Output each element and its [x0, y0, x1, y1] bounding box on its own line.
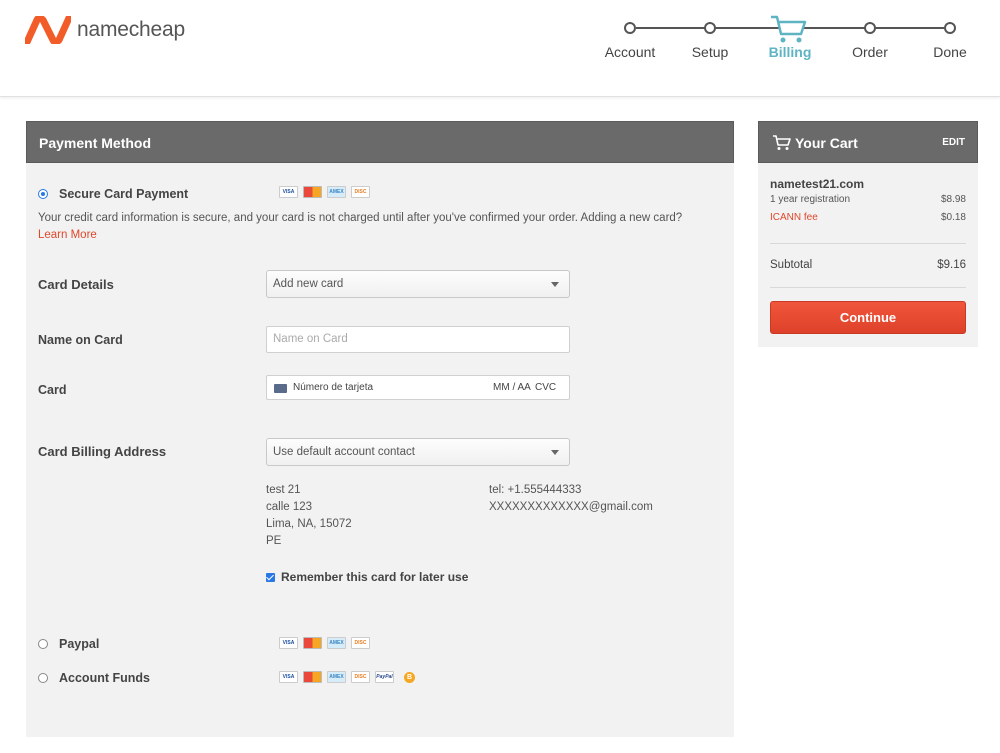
subtotal-label: Subtotal [770, 259, 813, 271]
cart-line-label: 1 year registration [770, 194, 851, 205]
name-on-card-input[interactable]: Name on Card [266, 326, 570, 353]
cart-icon [773, 135, 791, 150]
remember-card-checkbox[interactable] [266, 572, 275, 582]
payment-method-panel: Payment Method Secure Card Payment VISA … [26, 121, 734, 737]
step-billing: Billing [768, 44, 812, 60]
payment-option-card[interactable]: Secure Card Payment [38, 187, 188, 201]
card-payment-icons: VISA AMEX DISC [279, 186, 370, 198]
amex-icon: AMEX [327, 186, 346, 198]
payment-option-paypal[interactable]: Paypal [38, 637, 99, 651]
cart-line-label: ICANN fee [770, 212, 818, 223]
step-order: Order [852, 44, 888, 60]
checkout-steps: Account Setup Billing Order Done [600, 14, 980, 74]
visa-icon: VISA [279, 671, 298, 683]
paypal-radio[interactable] [38, 639, 48, 649]
card-label: Card [38, 383, 67, 397]
learn-more-link[interactable]: Learn More [38, 229, 97, 241]
billing-address-select[interactable]: Use default account contact [266, 438, 570, 466]
card-details-value: Add new card [273, 278, 344, 290]
remember-card-label: Remember this card for later use [281, 570, 469, 584]
mastercard-icon [303, 637, 322, 649]
account-funds-icons: VISA AMEX DISC PayPal B [279, 671, 415, 683]
contact-email: XXXXXXXXXXXXX@gmail.com [489, 501, 653, 513]
billing-address-value: Use default account contact [273, 446, 415, 458]
billing-address-label: Card Billing Address [38, 444, 167, 459]
cart-subtotal: Subtotal $9.16 [770, 259, 966, 271]
cart-domain: nametest21.com [770, 177, 865, 191]
visa-icon: VISA [279, 186, 298, 198]
discover-icon: DISC [351, 671, 370, 683]
payment-method-title: Payment Method [26, 121, 734, 163]
address-line: calle 123 [266, 501, 313, 513]
step-dot-account [624, 22, 636, 34]
billing-address-text: test 21 calle 123 Lima, NA, 15072 PE [266, 482, 352, 550]
cart-line-icann-fee: ICANN fee $0.18 [770, 212, 966, 223]
amex-icon: AMEX [327, 637, 346, 649]
step-account: Account [604, 44, 656, 60]
address-line: PE [266, 535, 282, 547]
card-number-field[interactable]: Número de tarjeta MM / AA CVC [266, 375, 570, 400]
card-radio[interactable] [38, 189, 48, 199]
remember-card-option[interactable]: Remember this card for later use [266, 570, 468, 584]
step-dot-order [864, 22, 876, 34]
bitcoin-icon: B [404, 672, 415, 683]
chevron-down-icon [551, 282, 559, 287]
cart-line-amount: $0.18 [940, 212, 966, 223]
security-info: Your credit card information is secure, … [38, 210, 718, 244]
address-line: test 21 [266, 484, 301, 496]
cart-line-registration: 1 year registration $8.98 [770, 194, 966, 205]
card-number-input[interactable]: Número de tarjeta [293, 382, 373, 393]
paypal-icons: VISA AMEX DISC [279, 637, 370, 649]
mastercard-icon [303, 186, 322, 198]
step-setup: Setup [691, 44, 729, 60]
namecheap-logo[interactable]: namecheap [25, 16, 185, 44]
step-dot-done [944, 22, 956, 34]
discover-icon: DISC [351, 186, 370, 198]
subtotal-amount: $9.16 [937, 259, 966, 271]
continue-button[interactable]: Continue [770, 301, 966, 334]
address-line: Lima, NA, 15072 [266, 518, 352, 530]
discover-icon: DISC [351, 637, 370, 649]
cart-divider [770, 287, 966, 288]
header: namecheap Account Setup Billing Order Do… [0, 0, 1000, 97]
cart-divider [770, 243, 966, 244]
chevron-down-icon [551, 450, 559, 455]
paypal-icon: PayPal [375, 671, 394, 683]
card-payment-label: Secure Card Payment [59, 187, 189, 201]
step-done: Done [933, 44, 967, 60]
card-details-select[interactable]: Add new card [266, 270, 570, 298]
logo-text: namecheap [77, 18, 185, 41]
card-cvc-input[interactable]: CVC [535, 382, 556, 393]
visa-icon: VISA [279, 637, 298, 649]
payment-option-account-funds[interactable]: Account Funds [38, 671, 150, 685]
card-expiry-input[interactable]: MM / AA [493, 382, 531, 393]
amex-icon: AMEX [327, 671, 346, 683]
billing-cart-icon [771, 15, 807, 43]
account-funds-radio[interactable] [38, 673, 48, 683]
cart-panel: Your Cart EDIT nametest21.com 1 year reg… [758, 121, 978, 347]
billing-contact-text: tel: +1.555444333 XXXXXXXXXXXXX@gmail.co… [489, 482, 653, 516]
contact-phone: tel: +1.555444333 [489, 484, 582, 496]
cart-line-amount: $8.98 [940, 194, 966, 205]
name-on-card-label: Name on Card [38, 333, 123, 347]
mastercard-icon [303, 671, 322, 683]
credit-card-icon [274, 384, 287, 393]
namecheap-logo-icon [25, 16, 71, 44]
card-details-label: Card Details [38, 277, 114, 292]
cart-title: Your Cart [795, 135, 858, 151]
security-info-text: Your credit card information is secure, … [38, 212, 683, 224]
step-dot-setup [704, 22, 716, 34]
account-funds-label: Account Funds [59, 671, 150, 685]
name-on-card-placeholder: Name on Card [273, 333, 348, 345]
paypal-label: Paypal [59, 637, 100, 651]
cart-header: Your Cart EDIT [758, 121, 978, 163]
cart-edit-link[interactable]: EDIT [942, 122, 965, 164]
